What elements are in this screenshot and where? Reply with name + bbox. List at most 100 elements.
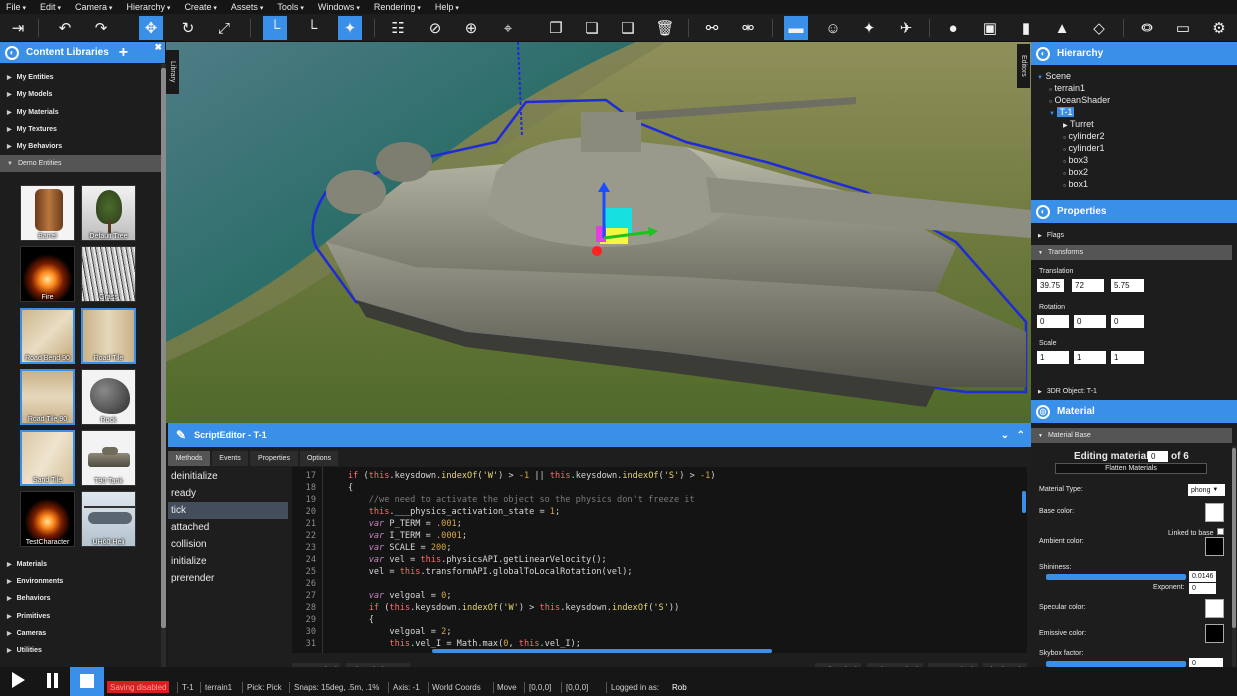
nav-my-behaviors[interactable]: ▶ My Behaviors — [0, 138, 161, 155]
crosshair-icon[interactable]: ⌖ — [496, 16, 520, 40]
status-user[interactable]: Rob — [672, 681, 687, 693]
asset-default-tree[interactable]: Default Tree — [81, 185, 136, 241]
method-initialize[interactable]: initialize — [168, 553, 288, 570]
stop-button[interactable] — [70, 667, 104, 696]
exit-icon[interactable]: ⇥ — [6, 16, 30, 40]
collapse-up-icon[interactable]: ⌃ — [1017, 430, 1025, 441]
transforms-section[interactable]: ▼ Transforms — [1031, 245, 1232, 260]
menu-assets[interactable]: Assets — [231, 2, 263, 12]
object-section[interactable]: ▶ 3DR Object: T-1 — [1031, 384, 1232, 399]
tree-item-box3[interactable]: ○ box3 — [1063, 155, 1088, 165]
base-color-swatch[interactable] — [1205, 503, 1224, 522]
duplicate-icon[interactable]: ❑ — [616, 16, 640, 40]
asset-t90-tank[interactable]: T90 Tank — [81, 430, 136, 486]
flatten-materials-button[interactable]: Flatten Materials — [1055, 463, 1207, 474]
material-base-section[interactable]: ▼ Material Base — [1031, 428, 1232, 443]
method-prerender[interactable]: prerender — [168, 570, 288, 587]
menu-create[interactable]: Create — [184, 2, 216, 12]
method-collision[interactable]: collision — [168, 536, 288, 553]
shininess-slider[interactable] — [1046, 574, 1186, 580]
asset-grass[interactable]: Grass — [81, 246, 136, 302]
local-axis-icon[interactable]: └ — [300, 16, 324, 40]
asset-fire[interactable]: Fire — [20, 246, 75, 302]
material-index-input[interactable]: 0 — [1148, 451, 1168, 462]
delete-icon[interactable]: 🗑 — [653, 16, 677, 40]
redo-icon[interactable]: ↷ — [89, 16, 113, 40]
nav-my-models[interactable]: ▶ My Models — [0, 86, 161, 103]
plane-icon[interactable]: ✈ — [894, 16, 918, 40]
asset-road-tile[interactable]: Road Tile — [81, 308, 136, 364]
sphere-icon[interactable]: ● — [941, 16, 965, 40]
settings-icon[interactable]: ⚙ — [1207, 16, 1231, 40]
tree-item-box2[interactable]: ○ box2 — [1063, 167, 1088, 177]
method-attached[interactable]: attached — [168, 519, 288, 536]
tree-item-box1[interactable]: ○ box1 — [1063, 179, 1088, 189]
snap-icon[interactable]: └ — [263, 16, 287, 40]
nav-demo-entities[interactable]: ▼ Demo Entities — [0, 155, 161, 172]
nav-cameras[interactable]: ▶ Cameras — [0, 625, 161, 642]
emissive-color-swatch[interactable] — [1205, 624, 1224, 643]
asset-uh60-heli[interactable]: UH60 Heli — [81, 491, 136, 547]
scale-icon[interactable]: ⤢ — [212, 16, 236, 40]
tree-root[interactable]: ▼ Scene — [1037, 71, 1071, 81]
play-icon[interactable] — [12, 672, 25, 688]
unlink-icon[interactable]: ⚮ — [736, 16, 760, 40]
ambient-color-swatch[interactable] — [1205, 537, 1224, 556]
nav-my-entities[interactable]: ▶ My Entities — [0, 69, 161, 86]
translation-z-input[interactable]: 5.75 — [1111, 279, 1144, 292]
method-deinitialize[interactable]: deinitialize — [168, 468, 288, 485]
exponent-input[interactable]: 0 — [1189, 583, 1216, 594]
asset-sand-tile[interactable]: Sand Tile — [20, 430, 75, 486]
cone-icon[interactable]: ▲ — [1050, 16, 1074, 40]
monitor-icon[interactable]: ▭ — [1171, 16, 1195, 40]
nav-utilities[interactable]: ▶ Utilities — [0, 642, 161, 659]
rotation-z-input[interactable]: 0 — [1111, 315, 1144, 328]
rotate-icon[interactable]: ↻ — [176, 16, 200, 40]
scale-x-input[interactable]: 1 — [1037, 351, 1069, 364]
material-type-select[interactable]: phong ▼ — [1188, 484, 1225, 496]
code-hscroll-thumb[interactable] — [432, 649, 772, 653]
asset-road-tile-90[interactable]: Road Tile 90 — [20, 369, 75, 425]
nav-behaviors[interactable]: ▶ Behaviors — [0, 590, 161, 607]
scale-z-input[interactable]: 1 — [1111, 351, 1144, 364]
menu-camera[interactable]: Camera — [75, 2, 112, 12]
rotation-y-input[interactable]: 0 — [1074, 315, 1106, 328]
person-icon[interactable]: ☺ — [821, 16, 845, 40]
nav-my-textures[interactable]: ▶ My Textures — [0, 121, 161, 138]
tree-item-cylinder1[interactable]: ○ cylinder1 — [1063, 143, 1105, 153]
star-icon[interactable]: ✦ — [338, 16, 362, 40]
no-icon[interactable]: ⊘ — [423, 16, 447, 40]
paste-icon[interactable]: ❏ — [580, 16, 604, 40]
tree-item-terrain1[interactable]: ○ terrain1 — [1049, 83, 1085, 93]
cube-icon[interactable]: ▣ — [978, 16, 1002, 40]
library-tab[interactable]: Library — [166, 50, 179, 94]
pause-icon[interactable] — [47, 673, 51, 688]
menu-rendering[interactable]: Rendering — [374, 2, 421, 12]
menu-file[interactable]: File — [6, 2, 26, 12]
grid-icon[interactable]: ☷ — [386, 16, 410, 40]
undo-icon[interactable]: ↶ — [53, 16, 77, 40]
asset-barrel[interactable]: Barrel — [20, 185, 75, 241]
nav-primitives[interactable]: ▶ Primitives — [0, 608, 161, 625]
editors-tab[interactable]: Editors — [1017, 44, 1030, 88]
translation-x-input[interactable]: 39.75 — [1037, 279, 1064, 292]
gizmo-z-handle[interactable] — [592, 246, 602, 256]
nav-materials[interactable]: ▶ Materials — [0, 556, 161, 573]
menu-hierarchy[interactable]: Hierarchy — [126, 2, 170, 12]
menu-tools[interactable]: Tools — [277, 2, 303, 12]
menu-help[interactable]: Help — [435, 2, 459, 12]
method-tick[interactable]: tick — [168, 502, 288, 519]
translation-y-input[interactable]: 72 — [1072, 279, 1104, 292]
flags-section[interactable]: ▶ Flags — [1031, 228, 1232, 243]
code-vscroll-thumb[interactable] — [1022, 491, 1026, 513]
tree-item-turret[interactable]: ▶ Turret — [1063, 119, 1094, 129]
tree-item-oceanshader[interactable]: ○ OceanShader — [1049, 95, 1110, 105]
method-ready[interactable]: ready — [168, 485, 288, 502]
code-editor[interactable]: 17 18 19 20 21 22 23 24 25 26 27 28 29 3… — [292, 467, 1027, 653]
move-icon[interactable]: ✥ — [139, 16, 163, 40]
3d-viewport[interactable]: Library Editors — [166, 42, 1031, 423]
asset-test-character[interactable]: TestCharacter — [20, 491, 75, 547]
tab-options[interactable]: Options — [300, 451, 338, 466]
scene-render[interactable] — [166, 42, 1031, 423]
tree-item-cylinder2[interactable]: ○ cylinder2 — [1063, 131, 1105, 141]
